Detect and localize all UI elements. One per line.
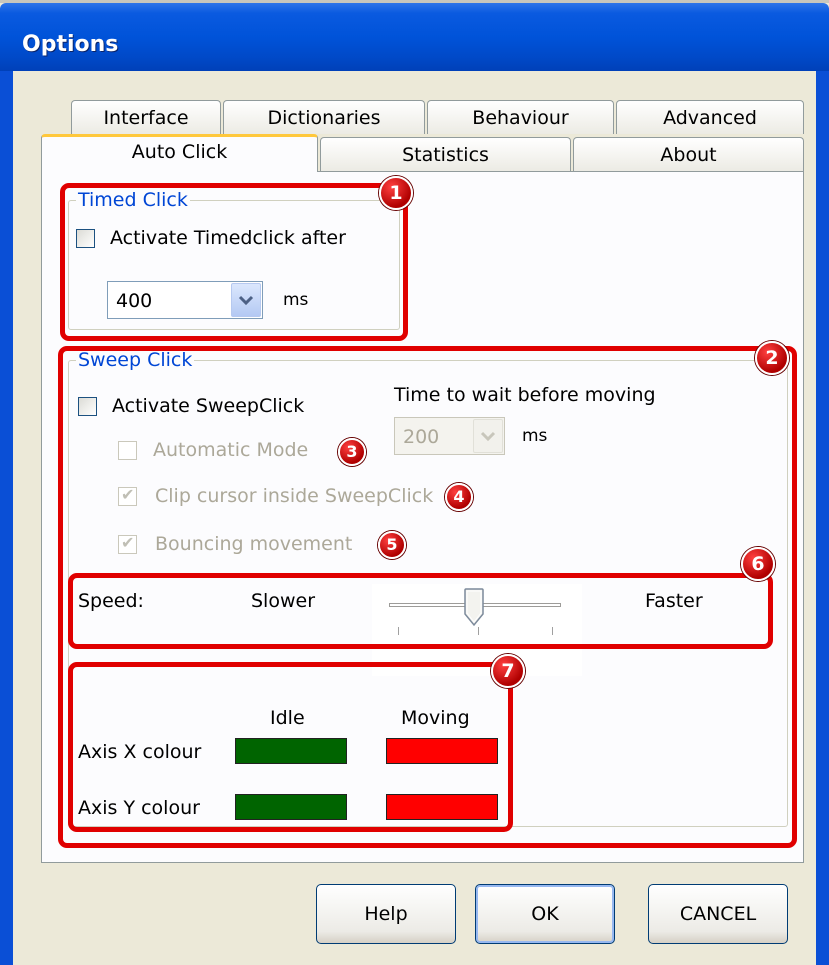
axis-x-idle-swatch[interactable] <box>235 738 347 764</box>
tab-interface[interactable]: Interface <box>71 100 221 134</box>
annotation-badge-2: 2 <box>755 341 789 375</box>
tab-label: About <box>660 144 717 166</box>
dropdown-button[interactable] <box>473 419 503 453</box>
title-bar[interactable] <box>0 3 829 71</box>
moving-header: Moving <box>401 707 470 729</box>
window-title: Options <box>22 32 119 57</box>
tab-behaviour[interactable]: Behaviour <box>427 100 614 134</box>
axis-x-moving-swatch[interactable] <box>386 738 498 764</box>
bouncing-label: Bouncing movement <box>155 533 353 555</box>
bouncing-checkbox[interactable]: ✔ <box>118 533 137 554</box>
cancel-button[interactable]: CANCEL <box>648 884 788 944</box>
timed-click-label: Activate Timedclick after <box>110 227 346 249</box>
slider-tick <box>552 627 553 635</box>
ok-button[interactable]: OK <box>475 884 615 944</box>
timed-click-unit: ms <box>283 290 309 310</box>
axis-x-label: Axis X colour <box>78 741 202 763</box>
tab-auto-click[interactable]: Auto Click <box>41 134 318 172</box>
slider-thumb-icon <box>464 588 484 627</box>
clip-cursor-label: Clip cursor inside SweepClick <box>155 485 434 507</box>
slider-tick <box>478 627 479 635</box>
tab-label: Statistics <box>402 144 489 166</box>
wait-time-select[interactable]: 200 <box>394 417 505 455</box>
tab-label: Dictionaries <box>267 107 381 129</box>
speed-faster-label: Faster <box>645 590 703 612</box>
timed-click-title: Timed Click <box>76 189 190 211</box>
tab-label: Advanced <box>663 107 757 129</box>
tab-label: Interface <box>103 107 189 129</box>
timed-click-checkbox[interactable] <box>76 229 95 248</box>
annotation-badge-3: 3 <box>338 438 366 466</box>
wait-time-value: 200 <box>403 426 440 448</box>
axis-y-label: Axis Y colour <box>78 797 200 819</box>
speed-slower-label: Slower <box>251 590 316 612</box>
sweep-click-title: Sweep Click <box>76 349 195 371</box>
timed-click-delay-value: 400 <box>116 290 153 312</box>
tab-dictionaries[interactable]: Dictionaries <box>223 100 425 134</box>
automatic-mode-label: Automatic Mode <box>153 439 309 461</box>
annotation-badge-4: 4 <box>445 483 473 511</box>
axis-y-moving-swatch[interactable] <box>386 794 498 820</box>
window-frame-right <box>816 71 829 965</box>
sweepclick-label: Activate SweepClick <box>112 395 305 417</box>
annotation-badge-1: 1 <box>379 176 413 210</box>
annotation-badge-7: 7 <box>491 654 525 688</box>
chevron-down-icon <box>238 295 254 306</box>
tab-label: Behaviour <box>472 107 569 129</box>
chevron-down-icon <box>480 431 496 442</box>
tab-advanced[interactable]: Advanced <box>616 100 804 134</box>
speed-slider-thumb[interactable] <box>464 588 484 628</box>
tab-statistics[interactable]: Statistics <box>320 137 571 171</box>
wait-time-label: Time to wait before moving <box>394 384 656 406</box>
annotation-badge-6: 6 <box>741 547 775 581</box>
slider-tick <box>398 627 399 635</box>
idle-header: Idle <box>270 707 305 729</box>
clip-cursor-checkbox[interactable]: ✔ <box>118 485 137 506</box>
wait-time-unit: ms <box>522 426 548 446</box>
dropdown-button[interactable] <box>231 283 261 317</box>
tab-about[interactable]: About <box>573 137 804 171</box>
automatic-mode-checkbox[interactable] <box>118 441 137 460</box>
help-button[interactable]: Help <box>316 884 456 944</box>
check-icon: ✔ <box>121 485 135 504</box>
speed-label: Speed: <box>78 590 144 612</box>
window-frame-left <box>0 71 13 965</box>
sweepclick-checkbox[interactable] <box>78 397 97 416</box>
check-icon: ✔ <box>121 533 135 552</box>
annotation-badge-5: 5 <box>378 531 406 559</box>
tab-label: Auto Click <box>131 141 228 163</box>
timed-click-delay-select[interactable]: 400 <box>107 281 263 319</box>
axis-y-idle-swatch[interactable] <box>235 794 347 820</box>
